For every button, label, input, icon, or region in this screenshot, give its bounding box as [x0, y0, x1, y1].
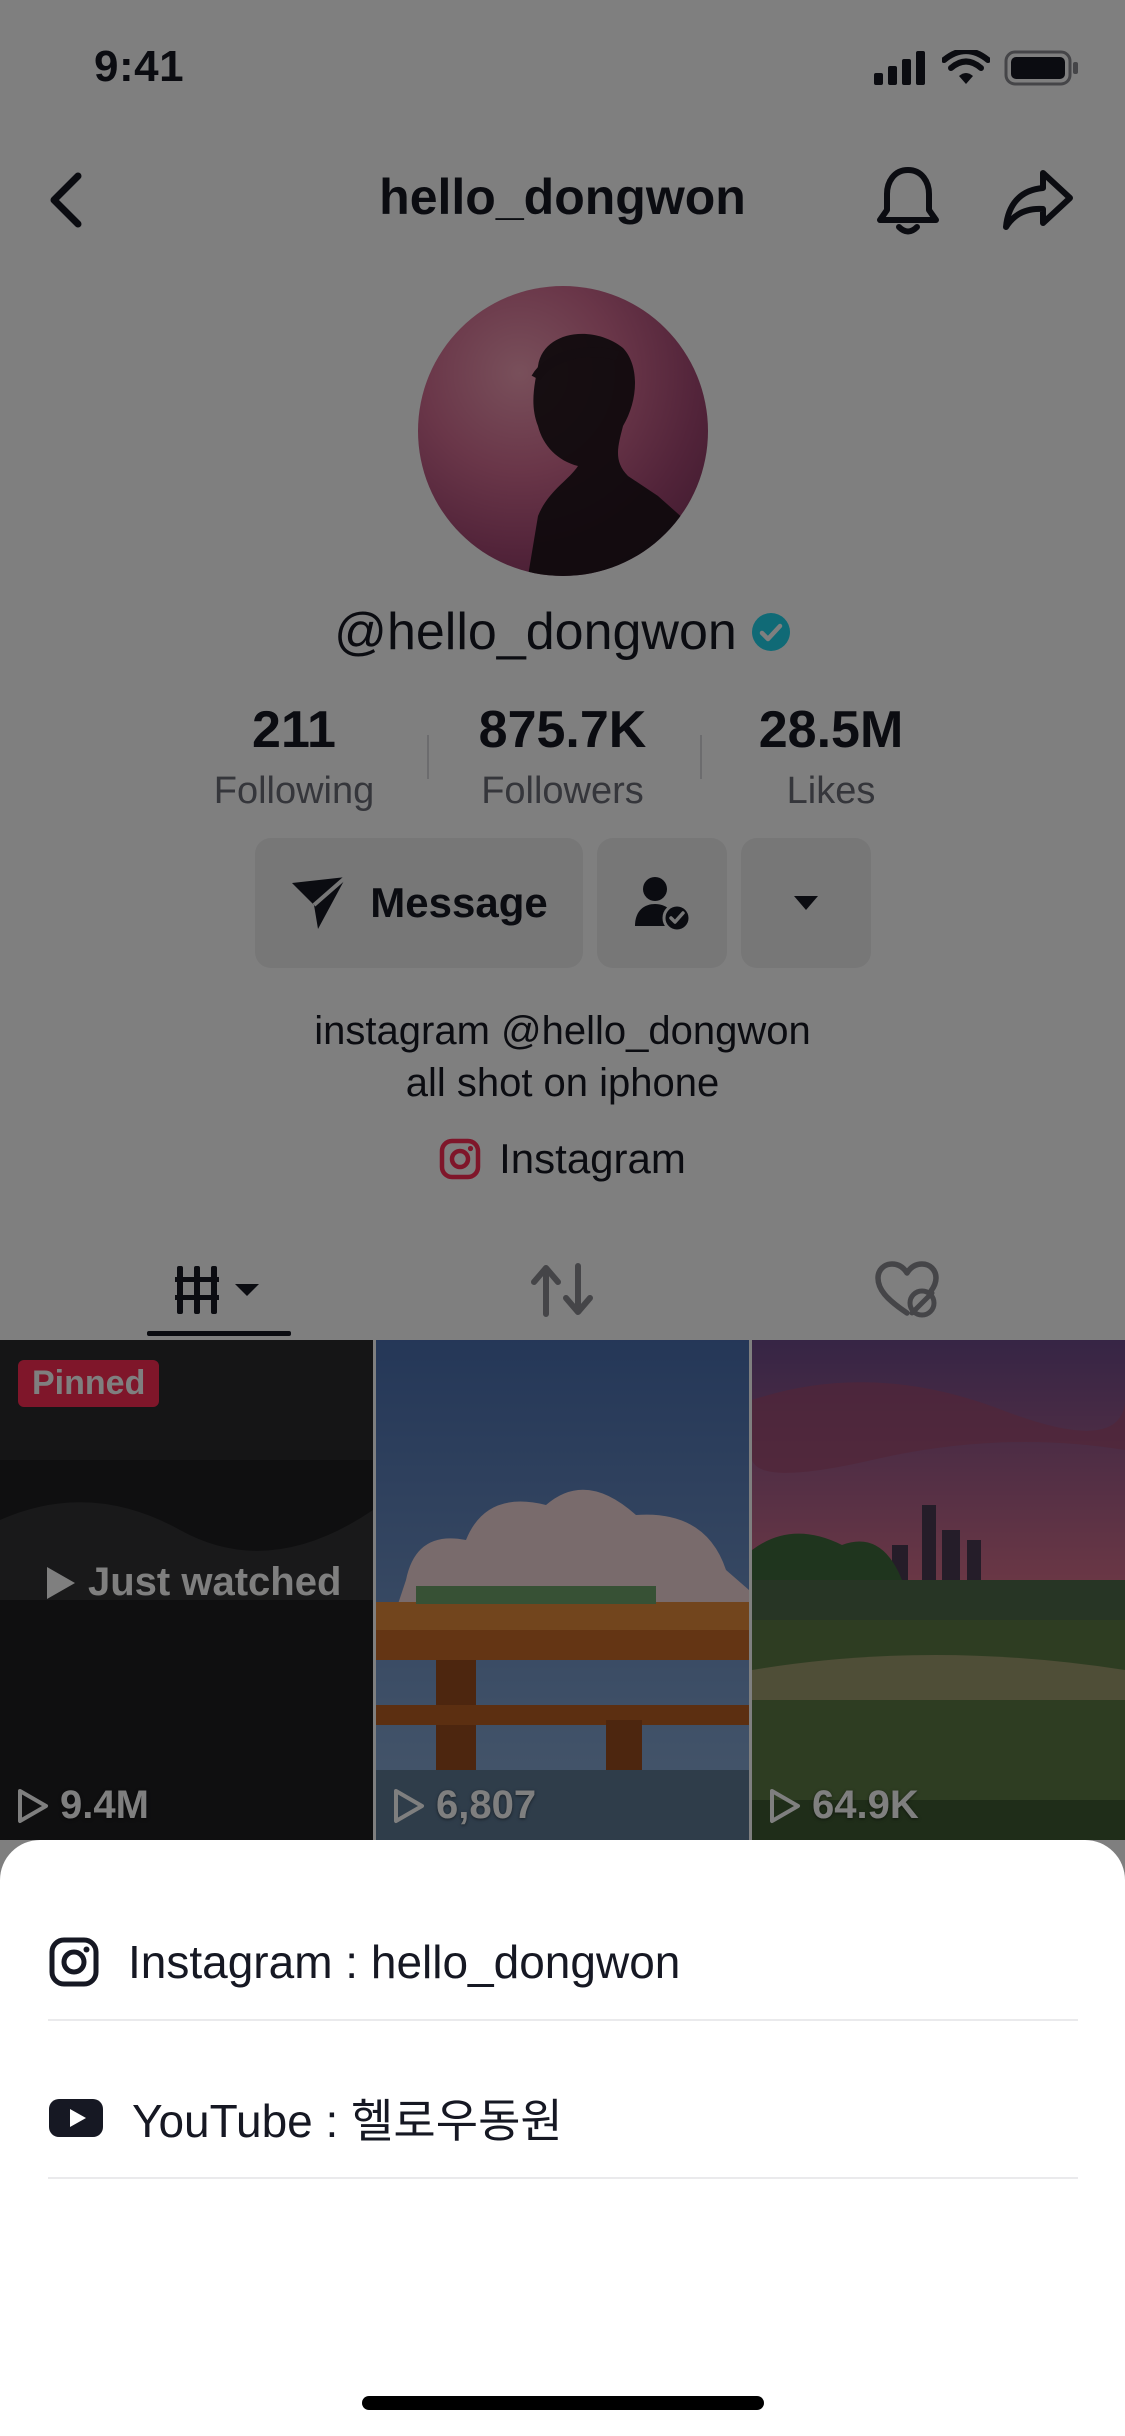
sheet-item-instagram[interactable]: Instagram : hello_dongwon: [48, 1884, 1078, 2040]
sheet-divider: [48, 2177, 1078, 2179]
links-bottom-sheet: Instagram : hello_dongwon YouTube : 헬로우동…: [0, 1840, 1125, 2436]
profile-screen: 9:41 hello_dongwon: [0, 0, 1125, 2436]
instagram-icon: [49, 1937, 99, 1987]
home-indicator[interactable]: [362, 2396, 764, 2410]
sheet-divider: [48, 2019, 1078, 2021]
sheet-item-label: YouTube : 헬로우동원: [132, 2095, 563, 2147]
sheet-item-label: Instagram : hello_dongwon: [128, 1936, 681, 1988]
youtube-icon: [49, 2099, 103, 2137]
sheet-item-youtube[interactable]: YouTube : 헬로우동원: [48, 2040, 1078, 2196]
